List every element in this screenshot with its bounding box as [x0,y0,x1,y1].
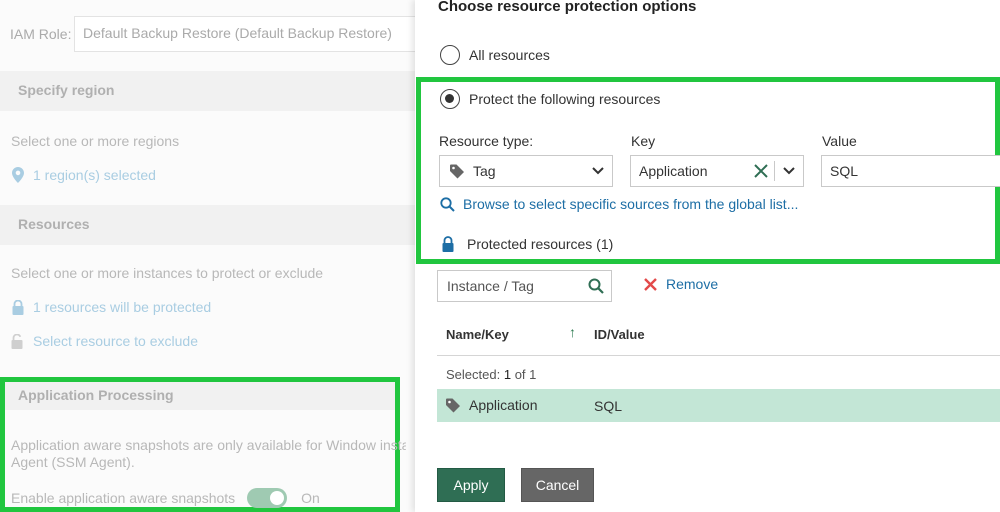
exclude-resources-link[interactable]: Select resource to exclude [11,333,198,349]
app-processing-header: Application Processing [5,382,395,410]
resource-protection-panel: Choose resource protection options All r… [415,0,1000,512]
option-all-label: All resources [469,47,550,63]
app-aware-toggle[interactable] [247,488,288,508]
selected-count: 1 [503,367,512,382]
search-icon[interactable] [581,278,611,294]
chevron-down-icon [584,156,612,186]
exclude-resources-label: Select resource to exclude [33,333,198,349]
option-protect-following[interactable]: Protect the following resources [440,89,660,109]
col-name-key[interactable]: Name/Key [446,327,509,342]
browse-global-list-link[interactable]: Browse to select specific sources from t… [440,196,798,212]
key-label: Key [631,133,656,149]
value-label: Value [822,133,857,149]
resource-type-value: Tag [473,163,496,179]
radio-all-resources[interactable] [440,45,460,65]
app-desc-line-1: Application aware snapshots are only ava… [11,437,406,453]
lock-icon [11,299,25,315]
resource-type-select[interactable]: Tag [439,155,613,187]
search-placeholder: Instance / Tag [447,278,534,294]
region-selected-link[interactable]: 1 region(s) selected [11,167,156,183]
protected-resources-label: 1 resources will be protected [33,299,212,315]
value-text: SQL [830,163,859,179]
background-wizard: IAM Role: Default Backup Restore (Defaul… [0,0,415,512]
location-pin-icon [11,167,25,183]
key-combobox[interactable]: Application [630,155,804,187]
tag-icon [445,397,461,416]
browse-link-label: Browse to select specific sources from t… [463,196,799,212]
clear-icon[interactable] [748,163,774,179]
cancel-button[interactable]: Cancel [521,468,594,502]
selection-summary: Selected: 1 of 1 [446,367,536,382]
search-icon [440,196,455,212]
resources-hint: Select one or more instances to protect … [11,265,324,281]
app-aware-toggle-label: Enable application aware snapshots [11,490,236,506]
region-section-header: Specify region [0,71,415,111]
resource-type-label: Resource type: [439,133,534,149]
row-name: Application [469,397,538,413]
protected-resources-link[interactable]: 1 resources will be protected [11,299,211,315]
row-value: SQL [594,398,623,414]
option-all-resources[interactable]: All resources [440,45,550,65]
table-row[interactable]: Application SQL [437,389,1000,422]
region-hint: Select one or more regions [11,133,180,149]
region-selected-label: 1 region(s) selected [33,167,156,183]
remove-button[interactable]: Remove [643,276,718,292]
remove-label: Remove [666,276,719,292]
protected-resources-heading: Protected resources (1) [442,236,613,252]
resources-table-header: Name/Key ↑ ID/Value [437,314,1000,356]
unlock-icon [11,333,25,349]
resources-section-header: Resources [0,205,415,245]
apply-button[interactable]: Apply [437,468,505,502]
iam-role-row: IAM Role: Default Backup Restore (Defaul… [10,16,415,52]
value-input[interactable]: SQL [821,155,1000,187]
instance-tag-search[interactable]: Instance / Tag [437,270,612,302]
app-aware-toggle-row: Enable application aware snapshots On [11,488,320,508]
radio-protect-following[interactable] [440,89,460,109]
selected-suffix: of 1 [514,367,537,382]
toggle-knob [270,491,285,505]
key-value: Application [639,163,708,179]
app-aware-toggle-value: On [301,490,320,506]
selected-prefix: Selected: [446,367,501,382]
application-processing-highlight: Application Processing Application aware… [0,377,406,512]
remove-x-icon [643,277,658,292]
col-id-value[interactable]: ID/Value [594,327,645,342]
protected-resources-count: Protected resources (1) [467,236,614,252]
app-processing-description: Application aware snapshots are only ava… [11,437,406,471]
lock-icon [442,236,454,252]
tag-icon [440,163,465,179]
option-following-label: Protect the following resources [469,91,661,107]
chevron-down-icon[interactable] [775,156,803,186]
iam-role-field[interactable]: Default Backup Restore (Default Backup R… [74,16,415,52]
app-desc-line-2: Agent (SSM Agent). [11,454,135,470]
sort-ascending-icon[interactable]: ↑ [569,324,576,340]
panel-title: Choose resource protection options [438,0,697,15]
iam-role-label: IAM Role: [10,26,72,42]
